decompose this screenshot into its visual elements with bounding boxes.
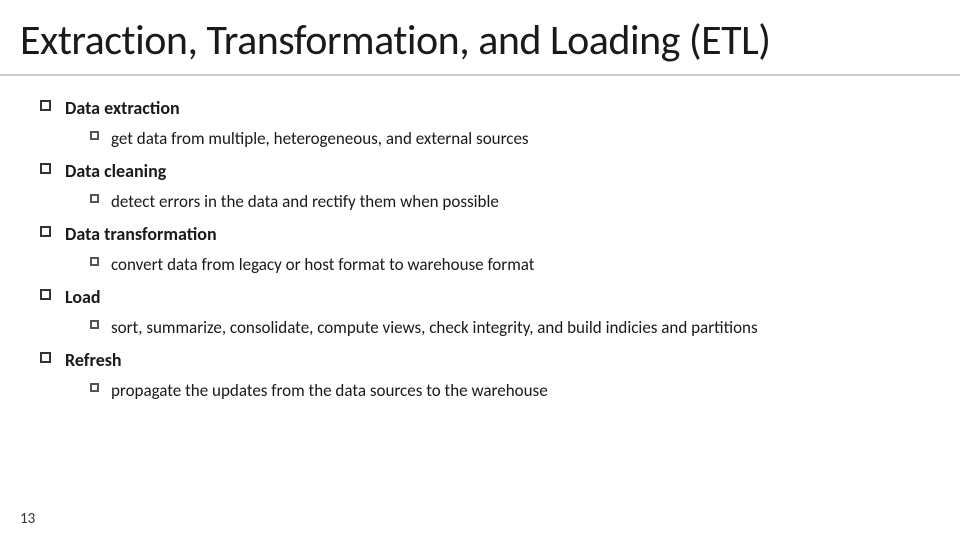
list-item: Load: [40, 285, 920, 310]
list-item: Data transformation: [40, 222, 920, 247]
list-item: detect errors in the data and rectify th…: [90, 190, 920, 214]
bullet-icon: [90, 383, 99, 392]
list-item: Data cleaning: [40, 159, 920, 184]
list-item: convert data from legacy or host format …: [90, 253, 920, 277]
item-label: Load: [65, 285, 101, 310]
bullet-icon: [40, 226, 51, 237]
bullet-icon: [40, 163, 51, 174]
bullet-icon: [40, 289, 51, 300]
item-text: detect errors in the data and rectify th…: [111, 190, 499, 214]
bullet-icon: [40, 100, 51, 111]
item-text: sort, summarize, consolidate, compute vi…: [111, 316, 758, 340]
item-text: get data from multiple, heterogeneous, a…: [111, 127, 529, 151]
item-label: Refresh: [65, 348, 122, 373]
item-label: Data transformation: [65, 222, 217, 247]
item-label: Data cleaning: [65, 159, 166, 184]
item-text: propagate the updates from the data sour…: [111, 379, 548, 403]
list-item: Data extraction: [40, 96, 920, 121]
bullet-icon: [40, 352, 51, 363]
bullet-icon: [90, 320, 99, 329]
bullet-icon: [90, 194, 99, 203]
bullet-icon: [90, 257, 99, 266]
list-item: get data from multiple, heterogeneous, a…: [90, 127, 920, 151]
bullet-icon: [90, 131, 99, 140]
slide-title: Extraction, Transformation, and Loading …: [20, 18, 930, 64]
page-number: 13: [20, 510, 35, 528]
list-item: propagate the updates from the data sour…: [90, 379, 920, 403]
item-label: Data extraction: [65, 96, 180, 121]
title-area: Extraction, Transformation, and Loading …: [0, 0, 960, 76]
list-item: Refresh: [40, 348, 920, 373]
content-area: Data extraction get data from multiple, …: [0, 76, 960, 417]
item-text: convert data from legacy or host format …: [111, 253, 534, 277]
list-item: sort, summarize, consolidate, compute vi…: [90, 316, 920, 340]
slide: Extraction, Transformation, and Loading …: [0, 0, 960, 540]
